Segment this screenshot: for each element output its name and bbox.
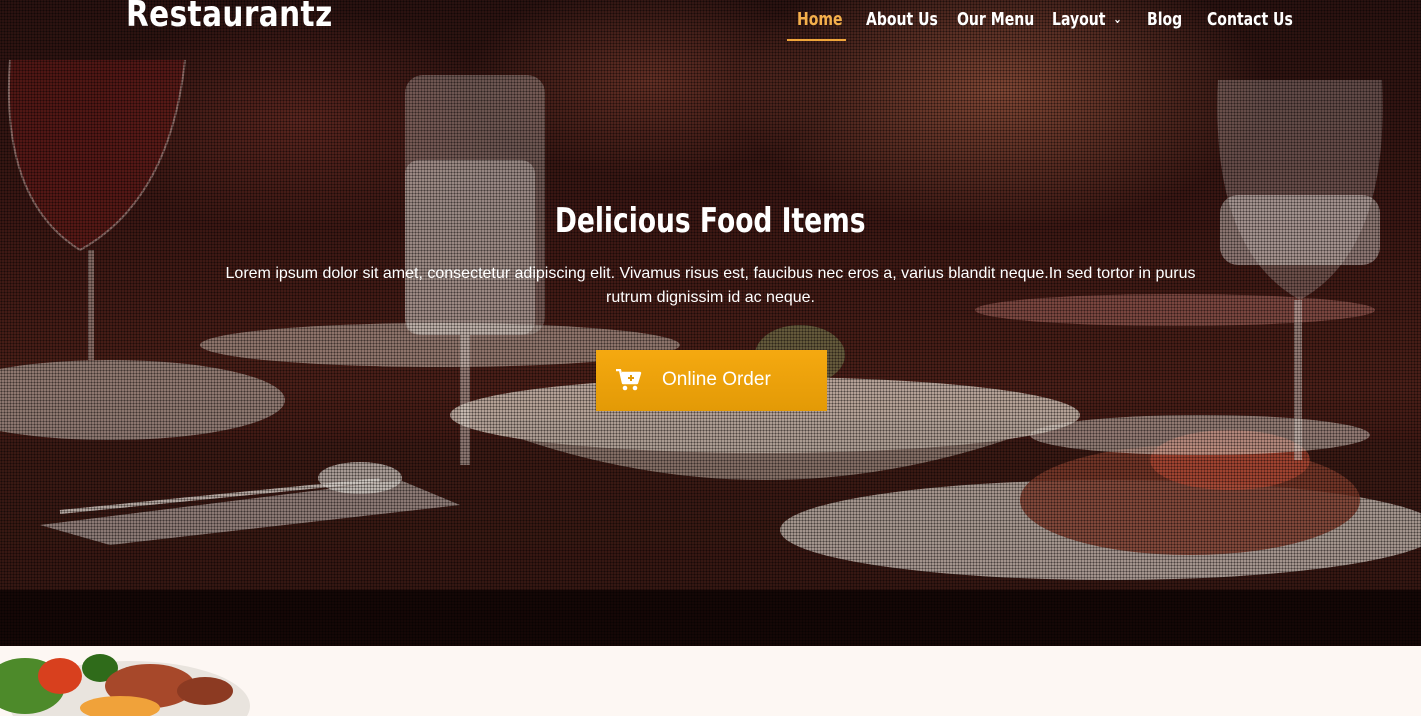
hero-title: Delicious Food Items <box>0 201 1421 241</box>
hero-title-text: Delicious Food Items <box>555 201 866 241</box>
restaurant-table-background <box>0 59 1421 646</box>
nav-our-menu[interactable]: Our Menu <box>957 9 1034 30</box>
online-order-label: Online Order <box>662 369 771 390</box>
content-section <box>0 646 1421 716</box>
main-nav: Home About Us Our Menu Layout ⌄ Blog Cont… <box>0 0 1421 42</box>
chevron-down-icon: ⌄ <box>1113 12 1122 27</box>
nav-layout[interactable]: Layout ⌄ <box>1052 9 1122 30</box>
nav-contact-us[interactable]: Contact Us <box>1207 9 1293 30</box>
nav-blog[interactable]: Blog <box>1147 9 1182 30</box>
nav-home[interactable]: Home <box>797 9 843 30</box>
food-plate-image <box>0 654 250 716</box>
hero-description: Lorem ipsum dolor sit amet, consectetur … <box>225 265 1196 306</box>
cart-plus-icon <box>616 369 642 391</box>
hero-banner <box>0 0 1421 646</box>
online-order-button[interactable]: Online Order <box>596 350 827 411</box>
nav-active-underline <box>787 39 846 41</box>
nav-about-us[interactable]: About Us <box>866 9 938 30</box>
nav-layout-label: Layout <box>1052 9 1106 30</box>
